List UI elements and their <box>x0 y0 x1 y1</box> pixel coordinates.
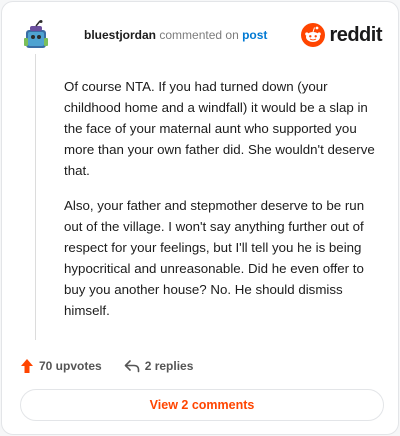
snoo-avatar-icon[interactable] <box>22 20 50 50</box>
comment-header: bluestjordan commented on post reddit <box>22 20 382 50</box>
replies-button[interactable]: 2 replies <box>124 359 194 373</box>
reply-count: 2 replies <box>144 359 194 373</box>
reddit-logo[interactable]: reddit <box>301 23 382 47</box>
username-link[interactable]: bluestjordan <box>84 28 156 42</box>
commented-on-text: commented on <box>159 28 239 42</box>
comment-card: bluestjordan commented on post reddit Of… <box>1 1 399 435</box>
comment-meta: bluestjordan commented on post <box>84 28 267 42</box>
upvote-arrow-icon <box>21 359 33 373</box>
comment-actions: 70 upvotes 2 replies <box>20 356 380 376</box>
comment-body: Of course NTA. If you had turned down (y… <box>64 76 380 335</box>
reply-arrow-icon <box>124 360 140 373</box>
upvote-button[interactable]: 70 upvotes <box>20 358 102 374</box>
reddit-snoo-icon <box>301 23 326 47</box>
post-link[interactable]: post <box>242 28 267 42</box>
upvote-count: 70 upvotes <box>39 359 102 373</box>
comment-paragraph-2: Also, your father and stepmother deserve… <box>64 198 365 318</box>
reddit-wordmark: reddit <box>329 23 382 46</box>
view-comments-button[interactable]: View 2 comments <box>20 389 384 421</box>
thread-line <box>35 54 36 340</box>
comment-paragraph-1: Of course NTA. If you had turned down (y… <box>64 79 375 178</box>
